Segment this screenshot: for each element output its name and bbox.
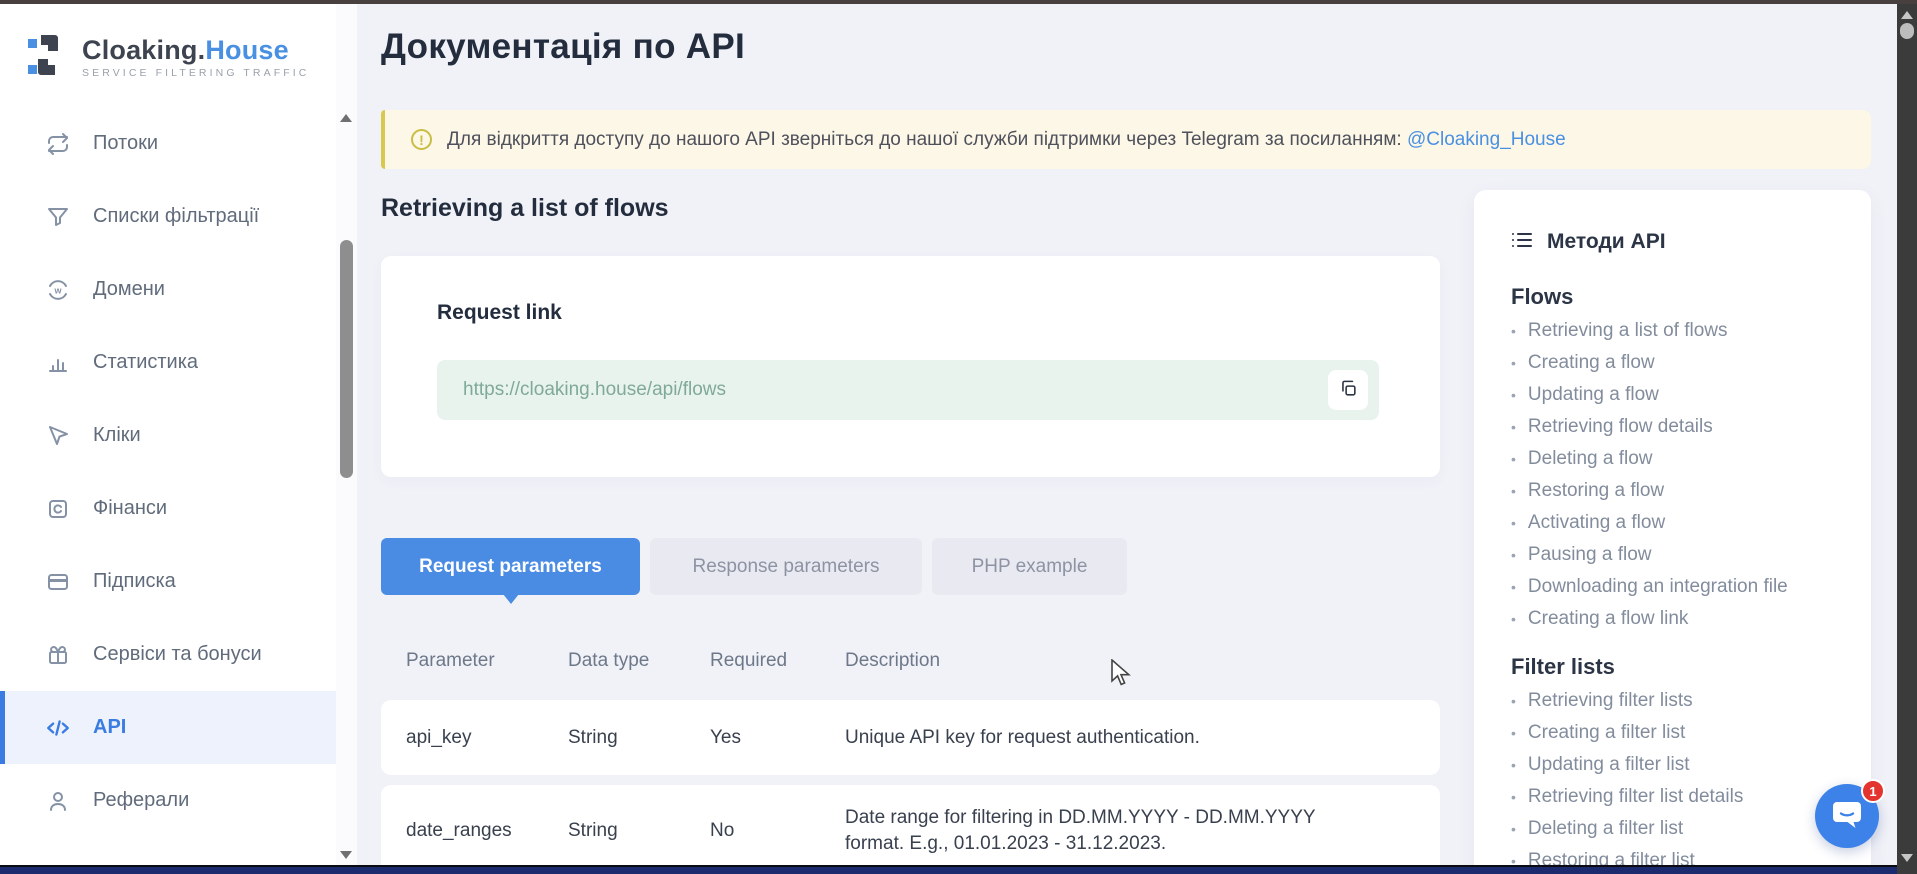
copy-button[interactable]: [1328, 370, 1368, 410]
method-link-creating-a-filter-list[interactable]: Creating a filter list: [1511, 722, 1851, 754]
api-methods-panel: Методи API Flows Retrieving a list of fl…: [1474, 190, 1871, 865]
method-link-deleting-a-filter-list[interactable]: Deleting a filter list: [1511, 818, 1851, 850]
chat-notification-badge: 1: [1861, 779, 1885, 803]
method-link-creating-a-flow[interactable]: Creating a flow: [1511, 352, 1851, 384]
methods-section-flows: Flows: [1511, 284, 1851, 310]
method-link-updating-a-flow[interactable]: Updating a flow: [1511, 384, 1851, 416]
svg-text:w: w: [53, 285, 62, 295]
page-scroll-up-icon[interactable]: [1901, 11, 1913, 19]
sidebar-item-domains[interactable]: w Домени: [0, 253, 336, 326]
statistics-icon: [45, 350, 71, 376]
sidebar-item-filter-lists[interactable]: Списки фільтрації: [0, 180, 336, 253]
method-link-deleting-a-flow[interactable]: Deleting a flow: [1511, 448, 1851, 480]
sidebar-item-clicks[interactable]: Кліки: [0, 399, 336, 472]
flows-icon: [45, 131, 71, 157]
domains-icon: w: [45, 277, 71, 303]
method-link-downloading-integration-file[interactable]: Downloading an integration file: [1511, 576, 1851, 608]
services-icon: [45, 642, 71, 668]
method-link-pausing-a-flow[interactable]: Pausing a flow: [1511, 544, 1851, 576]
methods-panel-header: Методи API: [1511, 230, 1851, 254]
page-title: Документація по API: [381, 25, 1871, 69]
cell-parameter: api_key: [406, 725, 568, 751]
request-link-title: Request link: [437, 301, 1379, 325]
method-link-retrieving-list-of-flows[interactable]: Retrieving a list of flows: [1511, 320, 1851, 352]
cell-data-type: String: [568, 818, 710, 844]
request-url: https://cloaking.house/api/flows: [463, 379, 726, 401]
tab-response-parameters[interactable]: Response parameters: [650, 538, 922, 595]
cell-parameter: date_ranges: [406, 818, 568, 844]
column-header-data-type: Data type: [568, 648, 710, 673]
support-chat-button[interactable]: 1: [1815, 784, 1879, 848]
page-scroll-down-icon[interactable]: [1901, 854, 1913, 862]
sidebar-menu: Потоки Списки фільтрації w Домени Статис…: [0, 107, 336, 837]
clicks-icon: [45, 423, 71, 449]
sidebar: Cloaking.House SERVICE FILTERING TRAFFIC…: [0, 4, 336, 865]
filter-icon: [45, 204, 71, 230]
telegram-link[interactable]: @Cloaking_House: [1407, 129, 1566, 150]
sidebar-item-finance[interactable]: Фінанси: [0, 472, 336, 545]
api-icon: [45, 715, 71, 741]
window-top-edge: [0, 0, 1917, 4]
request-url-box: https://cloaking.house/api/flows: [437, 360, 1379, 420]
method-link-creating-a-flow-link[interactable]: Creating a flow link: [1511, 608, 1851, 640]
main-content: Документація по API ! Для відкриття дост…: [357, 4, 1897, 865]
sidebar-scrollbar[interactable]: [336, 4, 357, 865]
alert-icon: !: [411, 129, 432, 150]
sidebar-item-api[interactable]: API: [0, 691, 336, 764]
tab-php-example[interactable]: PHP example: [932, 538, 1127, 595]
chat-bubble-icon: [1831, 800, 1863, 833]
list-icon: [1511, 231, 1533, 254]
section-title: Retrieving a list of flows: [381, 194, 1440, 222]
method-link-retrieving-filter-lists[interactable]: Retrieving filter lists: [1511, 690, 1851, 722]
logo[interactable]: Cloaking.House SERVICE FILTERING TRAFFIC: [0, 28, 336, 86]
methods-panel-title: Методи API: [1547, 230, 1666, 254]
method-link-restoring-a-filter-list[interactable]: Restoring a filter list: [1511, 850, 1851, 865]
sidebar-item-statistics[interactable]: Статистика: [0, 326, 336, 399]
parameter-tabs: Request parameters Response parameters P…: [381, 538, 1440, 595]
cell-description: Unique API key for request authenticatio…: [845, 725, 1360, 751]
doc-column: Retrieving a list of flows Request link …: [381, 190, 1440, 865]
finance-icon: [45, 496, 71, 522]
logo-icon: [27, 32, 69, 83]
sidebar-item-subscription[interactable]: Підписка: [0, 545, 336, 618]
subscription-icon: [45, 569, 71, 595]
referrals-icon: [45, 788, 71, 814]
method-link-restoring-a-flow[interactable]: Restoring a flow: [1511, 480, 1851, 512]
sidebar-scrollbar-thumb[interactable]: [340, 240, 353, 478]
app-window: Cloaking.House SERVICE FILTERING TRAFFIC…: [0, 4, 1897, 865]
brand-name: Cloaking.House: [82, 35, 289, 65]
cell-data-type: String: [568, 725, 710, 751]
cell-description: Date range for filtering in DD.MM.YYYY -…: [845, 805, 1360, 857]
scroll-up-arrow-icon[interactable]: [340, 114, 352, 122]
table-row: date_ranges String No Date range for fil…: [381, 785, 1440, 865]
cell-required: Yes: [710, 725, 845, 751]
column-header-parameter: Parameter: [406, 648, 568, 673]
sidebar-item-flows[interactable]: Потоки: [0, 107, 336, 180]
page-scrollbar-thumb[interactable]: [1900, 23, 1914, 39]
method-link-updating-a-filter-list[interactable]: Updating a filter list: [1511, 754, 1851, 786]
sidebar-item-referrals[interactable]: Реферали: [0, 764, 336, 837]
window-bottom-edge: [0, 865, 1917, 874]
page-scrollbar[interactable]: [1897, 4, 1917, 874]
api-access-notice: ! Для відкриття доступу до нашого API зв…: [381, 110, 1871, 169]
cell-required: No: [710, 818, 845, 844]
table-row: api_key String Yes Unique API key for re…: [381, 700, 1440, 775]
notice-text: Для відкриття доступу до нашого API звер…: [447, 129, 1566, 151]
method-link-activating-a-flow[interactable]: Activating a flow: [1511, 512, 1851, 544]
table-header-row: Parameter Data type Required Description: [381, 620, 1440, 700]
request-link-card: Request link https://cloaking.house/api/…: [381, 256, 1440, 477]
sidebar-item-services[interactable]: Сервіси та бонуси: [0, 618, 336, 691]
method-link-retrieving-filter-list-details[interactable]: Retrieving filter list details: [1511, 786, 1851, 818]
scroll-down-arrow-icon[interactable]: [340, 851, 352, 859]
copy-icon: [1339, 379, 1358, 401]
brand-tagline: SERVICE FILTERING TRAFFIC: [82, 67, 309, 79]
methods-section-filter-lists: Filter lists: [1511, 654, 1851, 680]
column-header-required: Required: [710, 648, 845, 673]
tab-request-parameters[interactable]: Request parameters: [381, 538, 640, 595]
method-link-retrieving-flow-details[interactable]: Retrieving flow details: [1511, 416, 1851, 448]
column-header-description: Description: [845, 648, 1360, 673]
